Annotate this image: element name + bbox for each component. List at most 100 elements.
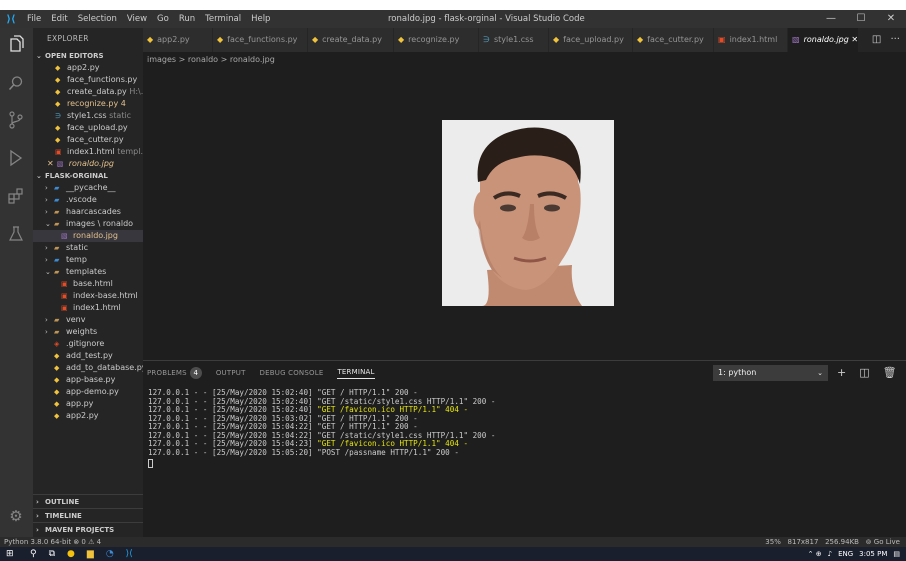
menu-edit[interactable]: Edit (46, 14, 72, 24)
open-editor-item[interactable]: ◆ face_upload.py (33, 122, 143, 134)
file-type-icon: ◆ (54, 352, 60, 360)
tab-output[interactable]: OUTPUT (216, 369, 246, 377)
tab-problems[interactable]: PROBLEMS 4 (147, 367, 202, 379)
python-interpreter-status[interactable]: Python 3.8.0 64-bit ⊗ 0 ⚠ 4 (4, 537, 101, 547)
run-debug-icon[interactable] (6, 148, 26, 168)
menu-terminal[interactable]: Terminal (200, 14, 246, 24)
file-type-icon: ◆ (55, 100, 61, 108)
tree-item[interactable]: › ▰ static (33, 242, 143, 254)
tree-item[interactable]: ▣ base.html (33, 278, 143, 290)
tree-item[interactable]: › ▰ .vscode (33, 194, 143, 206)
tree-item[interactable]: ▣ index1.html (33, 302, 143, 314)
trash-icon[interactable]: 🗑 (883, 365, 897, 381)
close-icon[interactable]: ✕ (47, 159, 54, 168)
network-icon[interactable]: ⌃ ⊕ (808, 547, 822, 561)
explorer-title: EXPLORER (47, 34, 89, 43)
testing-flask-icon[interactable] (6, 224, 26, 244)
volume-icon[interactable]: ♪ (828, 547, 832, 561)
menu-selection[interactable]: Selection (73, 14, 122, 24)
tab-index1-html[interactable]: ▣ index1.html (714, 28, 787, 52)
open-editors-header[interactable]: ⌄ OPEN EDITORS (33, 50, 143, 62)
search-icon[interactable] (6, 73, 26, 93)
menu-help[interactable]: Help (246, 14, 275, 24)
tree-item[interactable]: › ▰ __pycache__ (33, 182, 143, 194)
tree-item[interactable]: ◆ add_test.py (33, 350, 143, 362)
tree-item[interactable]: ◆ app.py (33, 398, 143, 410)
search-icon[interactable]: ⚲ (30, 547, 37, 561)
tree-item[interactable]: ⌄ ▰ images \ ronaldo (33, 218, 143, 230)
tree-item[interactable]: ⌄ ▰ templates (33, 266, 143, 278)
tab-face-functions-py[interactable]: ◆ face_functions.py (213, 28, 307, 52)
tab-face-upload-py[interactable]: ◆ face_upload.py (549, 28, 632, 52)
open-editor-item[interactable]: ◆ recognize.py 4 (33, 98, 143, 110)
clock[interactable]: 3:05 PM (859, 547, 887, 561)
tree-item[interactable]: ◆ app-base.py (33, 374, 143, 386)
task-view-icon[interactable]: ⧉ (49, 547, 55, 561)
menu-view[interactable]: View (122, 14, 152, 24)
maven-header[interactable]: › MAVEN PROJECTS (33, 522, 143, 536)
tab-terminal[interactable]: TERMINAL (337, 368, 375, 379)
more-actions-icon[interactable]: ··· (890, 34, 900, 45)
windows-start-icon[interactable]: ⊞ (6, 547, 14, 561)
vscode-logo-icon: ⟩⟨ (6, 13, 16, 25)
tree-item[interactable]: ◆ add_to_database.py (33, 362, 143, 374)
tree-item[interactable]: › ▰ weights (33, 326, 143, 338)
close-window-button[interactable]: ✕ (876, 10, 906, 28)
minimize-button[interactable]: — (816, 10, 846, 28)
open-editor-item[interactable]: ✕ ▧ ronaldo.jpg (33, 158, 143, 170)
tree-item[interactable]: ◆ app2.py (33, 410, 143, 422)
edge-icon[interactable]: ◔ (106, 547, 114, 561)
go-live-button[interactable]: ⊚ Go Live (866, 538, 900, 546)
problems-count-badge: 4 (189, 367, 202, 379)
extensions-icon[interactable] (6, 186, 26, 206)
explorer-icon[interactable] (6, 34, 26, 54)
timeline-header[interactable]: › TIMELINE (33, 508, 143, 522)
tab-create-data-py[interactable]: ◆ create_data.py (308, 28, 393, 52)
open-editor-item[interactable]: ▣ index1.html templ... (33, 146, 143, 158)
open-editor-item[interactable]: ◆ create_data.py H:\... (33, 86, 143, 98)
file-explorer-icon[interactable]: ▆ (87, 547, 94, 561)
terminal-output[interactable]: 127.0.0.1 - - [25/May/2020 15:02:40] "GE… (148, 388, 495, 471)
split-terminal-icon[interactable]: ◫ (859, 365, 869, 381)
menu-run[interactable]: Run (174, 14, 200, 24)
maximize-button[interactable]: ☐ (846, 10, 876, 28)
file-type-icon: ▧ (792, 35, 800, 44)
tree-item[interactable]: ◆ app-demo.py (33, 386, 143, 398)
tab-ronaldo-jpg[interactable]: ▧ ronaldo.jpg ✕ (788, 28, 858, 52)
terminal-line: 127.0.0.1 - - [25/May/2020 15:05:20] "PO… (148, 448, 495, 458)
tree-item[interactable]: › ▰ venv (33, 314, 143, 326)
manage-gear-icon[interactable]: ⚙ (6, 506, 26, 526)
outline-header[interactable]: › OUTLINE (33, 494, 143, 508)
notifications-icon[interactable]: ▤ (893, 547, 900, 561)
tree-item[interactable]: › ▰ temp (33, 254, 143, 266)
vscode-taskbar-icon[interactable]: ⟩⟨ (126, 547, 133, 561)
open-editor-item[interactable]: ◆ face_functions.py (33, 74, 143, 86)
breadcrumb[interactable]: images > ronaldo > ronaldo.jpg (147, 53, 275, 67)
window-title: ronaldo.jpg - flask-orginal - Visual Stu… (388, 14, 585, 24)
tab-style1-css[interactable]: ∋ style1.css (479, 28, 548, 52)
new-terminal-icon[interactable]: + (837, 365, 846, 381)
chrome-icon[interactable]: ● (67, 547, 75, 561)
project-header[interactable]: ⌄ FLASK-ORGINAL (33, 170, 143, 182)
language-indicator[interactable]: ENG (838, 547, 853, 561)
tab-app2-py[interactable]: ◆ app2.py (143, 28, 212, 52)
tree-item[interactable]: › ▰ haarcascades (33, 206, 143, 218)
tree-item[interactable]: ▣ index-base.html (33, 290, 143, 302)
split-editor-icon[interactable]: ◫ (872, 34, 881, 45)
open-editor-item[interactable]: ◆ face_cutter.py (33, 134, 143, 146)
tree-item[interactable]: ◈ .gitignore (33, 338, 143, 350)
open-editor-item[interactable]: ◆ app2.py (33, 62, 143, 74)
source-control-icon[interactable] (6, 110, 26, 130)
open-editor-item[interactable]: ∋ style1.css static (33, 110, 143, 122)
tab-face-cutter-py[interactable]: ◆ face_cutter.py (633, 28, 713, 52)
terminal-select[interactable]: 1: python ⌄ (713, 365, 828, 381)
menu-file[interactable]: File (22, 14, 46, 24)
maven-label: MAVEN PROJECTS (45, 526, 115, 534)
tree-item[interactable]: ▧ ronaldo.jpg (33, 230, 143, 242)
menu-go[interactable]: Go (152, 14, 174, 24)
terminal-prompt[interactable] (148, 457, 495, 471)
close-tab-icon[interactable]: ✕ (851, 35, 858, 44)
tab-debug-console[interactable]: DEBUG CONSOLE (260, 369, 324, 377)
zoom-level[interactable]: 35% (765, 538, 781, 546)
tab-recognize-py[interactable]: ◆ recognize.py (394, 28, 478, 52)
